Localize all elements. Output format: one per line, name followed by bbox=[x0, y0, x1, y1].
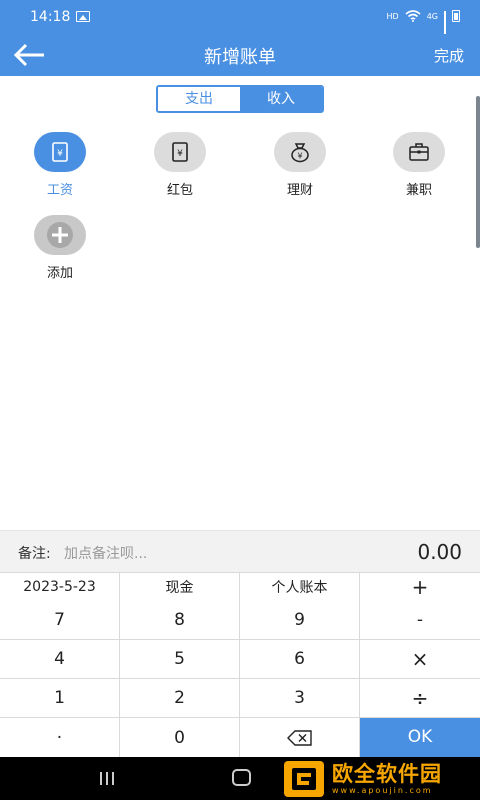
type-switch: 支出 收入 bbox=[156, 85, 324, 113]
watermark-text: 欧全软件园 www.apoujin.com bbox=[332, 762, 442, 795]
app-header: 新增账单 完成 bbox=[0, 34, 480, 76]
key-0[interactable]: 0 bbox=[120, 718, 240, 757]
key-5[interactable]: 5 bbox=[120, 640, 240, 679]
keypad-row: 7 8 9 - bbox=[0, 601, 480, 640]
category-salary[interactable]: ¥ 工资 bbox=[15, 132, 105, 198]
gallery-notification-icon bbox=[76, 11, 90, 22]
category-red-envelope[interactable]: ¥ 红包 bbox=[135, 132, 225, 198]
category-label: 理财 bbox=[286, 183, 313, 198]
category-label: 兼职 bbox=[405, 183, 432, 198]
key-3[interactable]: 3 bbox=[240, 679, 360, 718]
key-divide[interactable]: ÷ bbox=[360, 679, 480, 718]
page-title: 新增账单 bbox=[204, 47, 276, 68]
key-6[interactable]: 6 bbox=[240, 640, 360, 679]
status-bar: 14:18 HD 4G bbox=[0, 0, 480, 38]
key-plus[interactable]: + bbox=[360, 573, 480, 602]
category-circle bbox=[34, 215, 86, 255]
category-label: 红包 bbox=[166, 183, 193, 198]
red-envelope-icon: ¥ bbox=[172, 142, 188, 162]
key-minus[interactable]: - bbox=[360, 601, 480, 640]
battery-icon bbox=[452, 10, 460, 22]
note-label: 备注: bbox=[18, 546, 51, 562]
keypad-row: 2023-5-23 现金 个人账本 + bbox=[0, 572, 480, 602]
money-bag-icon: ¥ bbox=[291, 143, 309, 163]
network-4g-indicator: 4G bbox=[426, 11, 438, 21]
ok-button[interactable]: OK bbox=[360, 718, 480, 757]
backspace-icon bbox=[286, 729, 312, 746]
category-label: 添加 bbox=[46, 266, 73, 281]
keypad: 2023-5-23 现金 个人账本 + 7 8 9 - 4 5 6 × 1 2 … bbox=[0, 572, 480, 757]
category-circle: ¥ bbox=[274, 132, 326, 172]
ledger-button[interactable]: 个人账本 bbox=[240, 573, 360, 602]
tab-expense[interactable]: 支出 bbox=[158, 87, 240, 111]
hd-indicator: HD bbox=[386, 11, 399, 21]
category-part-time[interactable]: 兼职 bbox=[374, 132, 464, 198]
amount-display: 0.00 bbox=[417, 540, 462, 564]
svg-text:¥: ¥ bbox=[57, 149, 63, 159]
keypad-row: 1 2 3 ÷ bbox=[0, 679, 480, 718]
system-icons: HD 4G bbox=[386, 10, 460, 38]
payroll-icon: ¥ bbox=[52, 142, 68, 162]
backspace-button[interactable] bbox=[240, 718, 360, 757]
category-circle: ¥ bbox=[154, 132, 206, 172]
note-bar: 备注: 加点备注呗... 0.00 bbox=[0, 530, 480, 572]
key-2[interactable]: 2 bbox=[120, 679, 240, 718]
status-time: 14:18 bbox=[30, 9, 71, 25]
key-multiply[interactable]: × bbox=[360, 640, 480, 679]
scrollbar[interactable] bbox=[476, 96, 480, 248]
category-circle: ¥ bbox=[34, 132, 86, 172]
key-9[interactable]: 9 bbox=[240, 601, 360, 640]
signal-icon bbox=[444, 10, 446, 38]
recent-apps-icon[interactable] bbox=[100, 772, 114, 785]
account-button[interactable]: 现金 bbox=[120, 573, 240, 602]
watermark-url: www.apoujin.com bbox=[332, 786, 433, 795]
home-icon[interactable] bbox=[232, 769, 251, 786]
key-8[interactable]: 8 bbox=[120, 601, 240, 640]
watermark-name: 欧全软件园 bbox=[332, 762, 442, 786]
watermark-logo-icon bbox=[284, 760, 324, 797]
keypad-row: · 0 OK bbox=[0, 718, 480, 757]
key-4[interactable]: 4 bbox=[0, 640, 120, 679]
svg-text:¥: ¥ bbox=[177, 149, 183, 159]
keypad-row: 4 5 6 × bbox=[0, 640, 480, 679]
category-circle bbox=[393, 132, 445, 172]
category-label: 工资 bbox=[46, 183, 73, 198]
briefcase-icon bbox=[409, 143, 429, 161]
svg-text:¥: ¥ bbox=[297, 152, 302, 161]
key-dot[interactable]: · bbox=[0, 718, 120, 757]
watermark: 欧全软件园 www.apoujin.com bbox=[276, 757, 480, 800]
add-icon bbox=[47, 222, 73, 248]
wifi-icon bbox=[405, 10, 421, 22]
key-1[interactable]: 1 bbox=[0, 679, 120, 718]
category-finance[interactable]: ¥ 理财 bbox=[255, 132, 345, 198]
date-picker-button[interactable]: 2023-5-23 bbox=[0, 573, 120, 602]
key-7[interactable]: 7 bbox=[0, 601, 120, 640]
tab-income[interactable]: 收入 bbox=[240, 87, 322, 111]
note-input[interactable]: 加点备注呗... bbox=[64, 543, 147, 563]
category-add[interactable]: 添加 bbox=[15, 215, 105, 281]
done-button[interactable]: 完成 bbox=[434, 45, 464, 66]
